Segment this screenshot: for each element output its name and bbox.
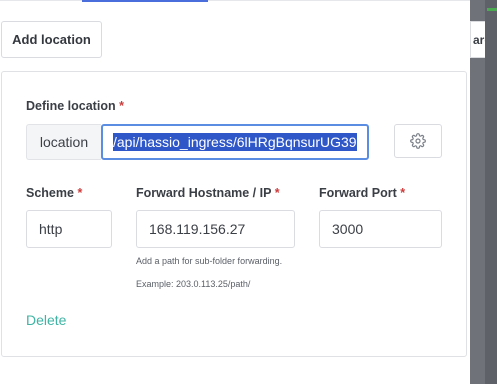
background-status-indicator xyxy=(487,8,497,11)
delete-location-link[interactable]: Delete xyxy=(26,312,66,328)
add-location-button[interactable]: Add location xyxy=(1,21,102,58)
forward-host-example: Example: 203.0.113.25/path/ xyxy=(136,279,251,289)
required-asterisk: * xyxy=(119,99,124,113)
background-panel-text: ard xyxy=(473,32,485,47)
background-panel-tab: ard xyxy=(470,21,485,58)
required-asterisk: * xyxy=(77,186,83,200)
forward-port-input[interactable]: 3000 xyxy=(319,210,442,248)
background-scrollbar xyxy=(485,0,497,384)
scheme-label-text: Scheme xyxy=(26,186,74,200)
forward-host-label: Forward Hostname / IP * xyxy=(136,186,280,200)
location-path-value: /api/hassio_ingress/6lHRgBqnsurUG39 xyxy=(113,133,357,151)
forward-host-hint: Add a path for sub-folder forwarding. xyxy=(136,256,283,266)
define-location-label: Define location * xyxy=(26,99,124,113)
forward-port-value: 3000 xyxy=(332,221,364,237)
required-asterisk: * xyxy=(274,186,280,200)
forward-host-value: 168.119.156.27 xyxy=(149,221,246,237)
forward-port-label-text: Forward Port xyxy=(319,186,397,200)
scheme-label: Scheme * xyxy=(26,186,82,200)
location-prefix: location xyxy=(26,124,101,160)
top-divider xyxy=(0,0,470,1)
active-tab-indicator xyxy=(82,0,208,2)
forward-port-label: Forward Port * xyxy=(319,186,405,200)
required-asterisk: * xyxy=(400,186,406,200)
scheme-select[interactable]: http xyxy=(26,210,112,248)
location-path-input[interactable]: /api/hassio_ingress/6lHRgBqnsurUG39 xyxy=(101,124,369,160)
forward-host-label-text: Forward Hostname / IP xyxy=(136,186,272,200)
forward-host-input[interactable]: 168.119.156.27 xyxy=(136,210,295,248)
location-settings-button[interactable] xyxy=(394,124,442,158)
gear-icon xyxy=(410,133,426,149)
define-location-label-text: Define location xyxy=(26,99,116,113)
scheme-value: http xyxy=(39,221,63,237)
